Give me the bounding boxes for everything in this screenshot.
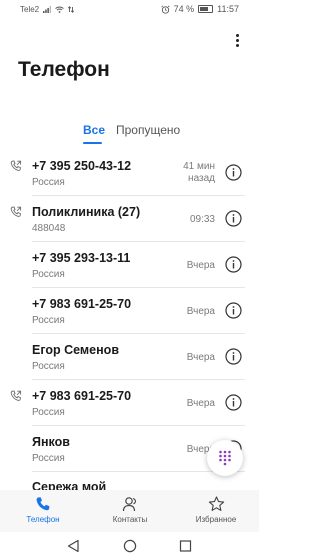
call-time-line1: 41 мин xyxy=(183,161,215,172)
info-icon[interactable] xyxy=(225,394,242,411)
contact-subtitle: 488048 xyxy=(32,223,66,234)
battery-percent: 74 % xyxy=(173,4,195,14)
call-time-line2: назад xyxy=(188,173,215,184)
data-activity-icon xyxy=(68,6,75,13)
contacts-icon xyxy=(122,497,136,512)
page-title: Телефон xyxy=(18,58,110,81)
contact-subtitle: Россия xyxy=(32,407,65,418)
info-icon[interactable] xyxy=(225,210,242,227)
call-row[interactable]: Егор Семенов Россия Вчера xyxy=(0,334,259,380)
nav-favorites-label: Избранное xyxy=(195,515,237,524)
clock: 11:57 xyxy=(217,4,239,14)
call-row[interactable]: +7 983 691-25-70 Россия Вчера xyxy=(0,288,259,334)
dialpad-icon xyxy=(219,450,231,466)
system-nav-bar xyxy=(0,532,259,560)
outgoing-call-icon xyxy=(10,206,22,217)
contact-name: +7 395 293-13-11 xyxy=(32,251,131,265)
outgoing-call-icon xyxy=(10,160,22,171)
alarm-icon xyxy=(160,4,170,14)
tab-all[interactable]: Все xyxy=(83,123,105,137)
call-time: Вчера xyxy=(186,352,215,363)
nav-phone[interactable]: Телефон xyxy=(3,496,83,524)
more-vert-icon[interactable] xyxy=(229,30,245,50)
call-row[interactable]: +7 983 691-25-70 Россия Вчера xyxy=(0,380,259,426)
nav-contacts-label: Контакты xyxy=(112,515,148,524)
contact-subtitle: Россия xyxy=(32,177,65,188)
wifi-icon xyxy=(55,6,64,13)
contact-name: Янков xyxy=(32,435,70,449)
info-icon[interactable] xyxy=(225,302,242,319)
phone-icon xyxy=(36,497,50,511)
call-time: 41 мин назад xyxy=(183,161,215,185)
contact-name: Поликлиника (27) xyxy=(32,205,141,219)
star-icon xyxy=(208,496,224,511)
call-time: Вчера xyxy=(186,306,215,317)
call-time: Вчера xyxy=(186,260,215,271)
status-right: 74 % 11:57 xyxy=(160,4,239,14)
tab-missed[interactable]: Пропущено xyxy=(116,123,180,137)
info-icon[interactable] xyxy=(225,256,242,273)
dialpad-button[interactable] xyxy=(207,440,243,476)
contact-name: Сережа мой xyxy=(32,480,107,490)
call-time: Вчера xyxy=(186,398,215,409)
contact-name: +7 395 250-43-12 xyxy=(32,159,132,173)
contact-name: +7 983 691-25-70 xyxy=(32,389,132,403)
nav-phone-label: Телефон xyxy=(26,515,60,524)
call-row[interactable]: +7 395 250-43-12 Россия 41 мин назад xyxy=(0,150,259,196)
carrier-label: Tele2 xyxy=(20,5,40,14)
tab-indicator xyxy=(83,142,102,144)
recents-icon[interactable] xyxy=(179,539,192,553)
outgoing-call-icon xyxy=(10,390,22,401)
contact-subtitle: Россия xyxy=(32,361,65,372)
bottom-nav: Телефон Контакты Избранное xyxy=(0,490,259,532)
call-row[interactable]: +7 395 293-13-11 Россия Вчера xyxy=(0,242,259,288)
contact-name: Егор Семенов xyxy=(32,343,120,357)
nav-favorites[interactable]: Избранное xyxy=(176,496,256,524)
contact-subtitle: Россия xyxy=(32,453,65,464)
call-time: 09:33 xyxy=(189,214,215,225)
contact-subtitle: Россия xyxy=(32,269,65,280)
call-row[interactable]: Поликлиника (27) 488048 09:33 xyxy=(0,196,259,242)
contact-name: +7 983 691-25-70 xyxy=(32,297,132,311)
back-icon[interactable] xyxy=(66,539,80,553)
battery-icon xyxy=(198,5,214,13)
status-bar: Tele2 74 % 11:57 xyxy=(0,0,259,20)
info-icon[interactable] xyxy=(225,348,242,365)
nav-contacts[interactable]: Контакты xyxy=(90,496,170,524)
status-left: Tele2 xyxy=(20,5,75,14)
home-icon[interactable] xyxy=(123,539,137,553)
signal-icon xyxy=(43,6,52,13)
tab-bar: Все Пропущено xyxy=(0,123,259,147)
contact-subtitle: Россия xyxy=(32,315,65,326)
info-icon[interactable] xyxy=(225,164,242,181)
